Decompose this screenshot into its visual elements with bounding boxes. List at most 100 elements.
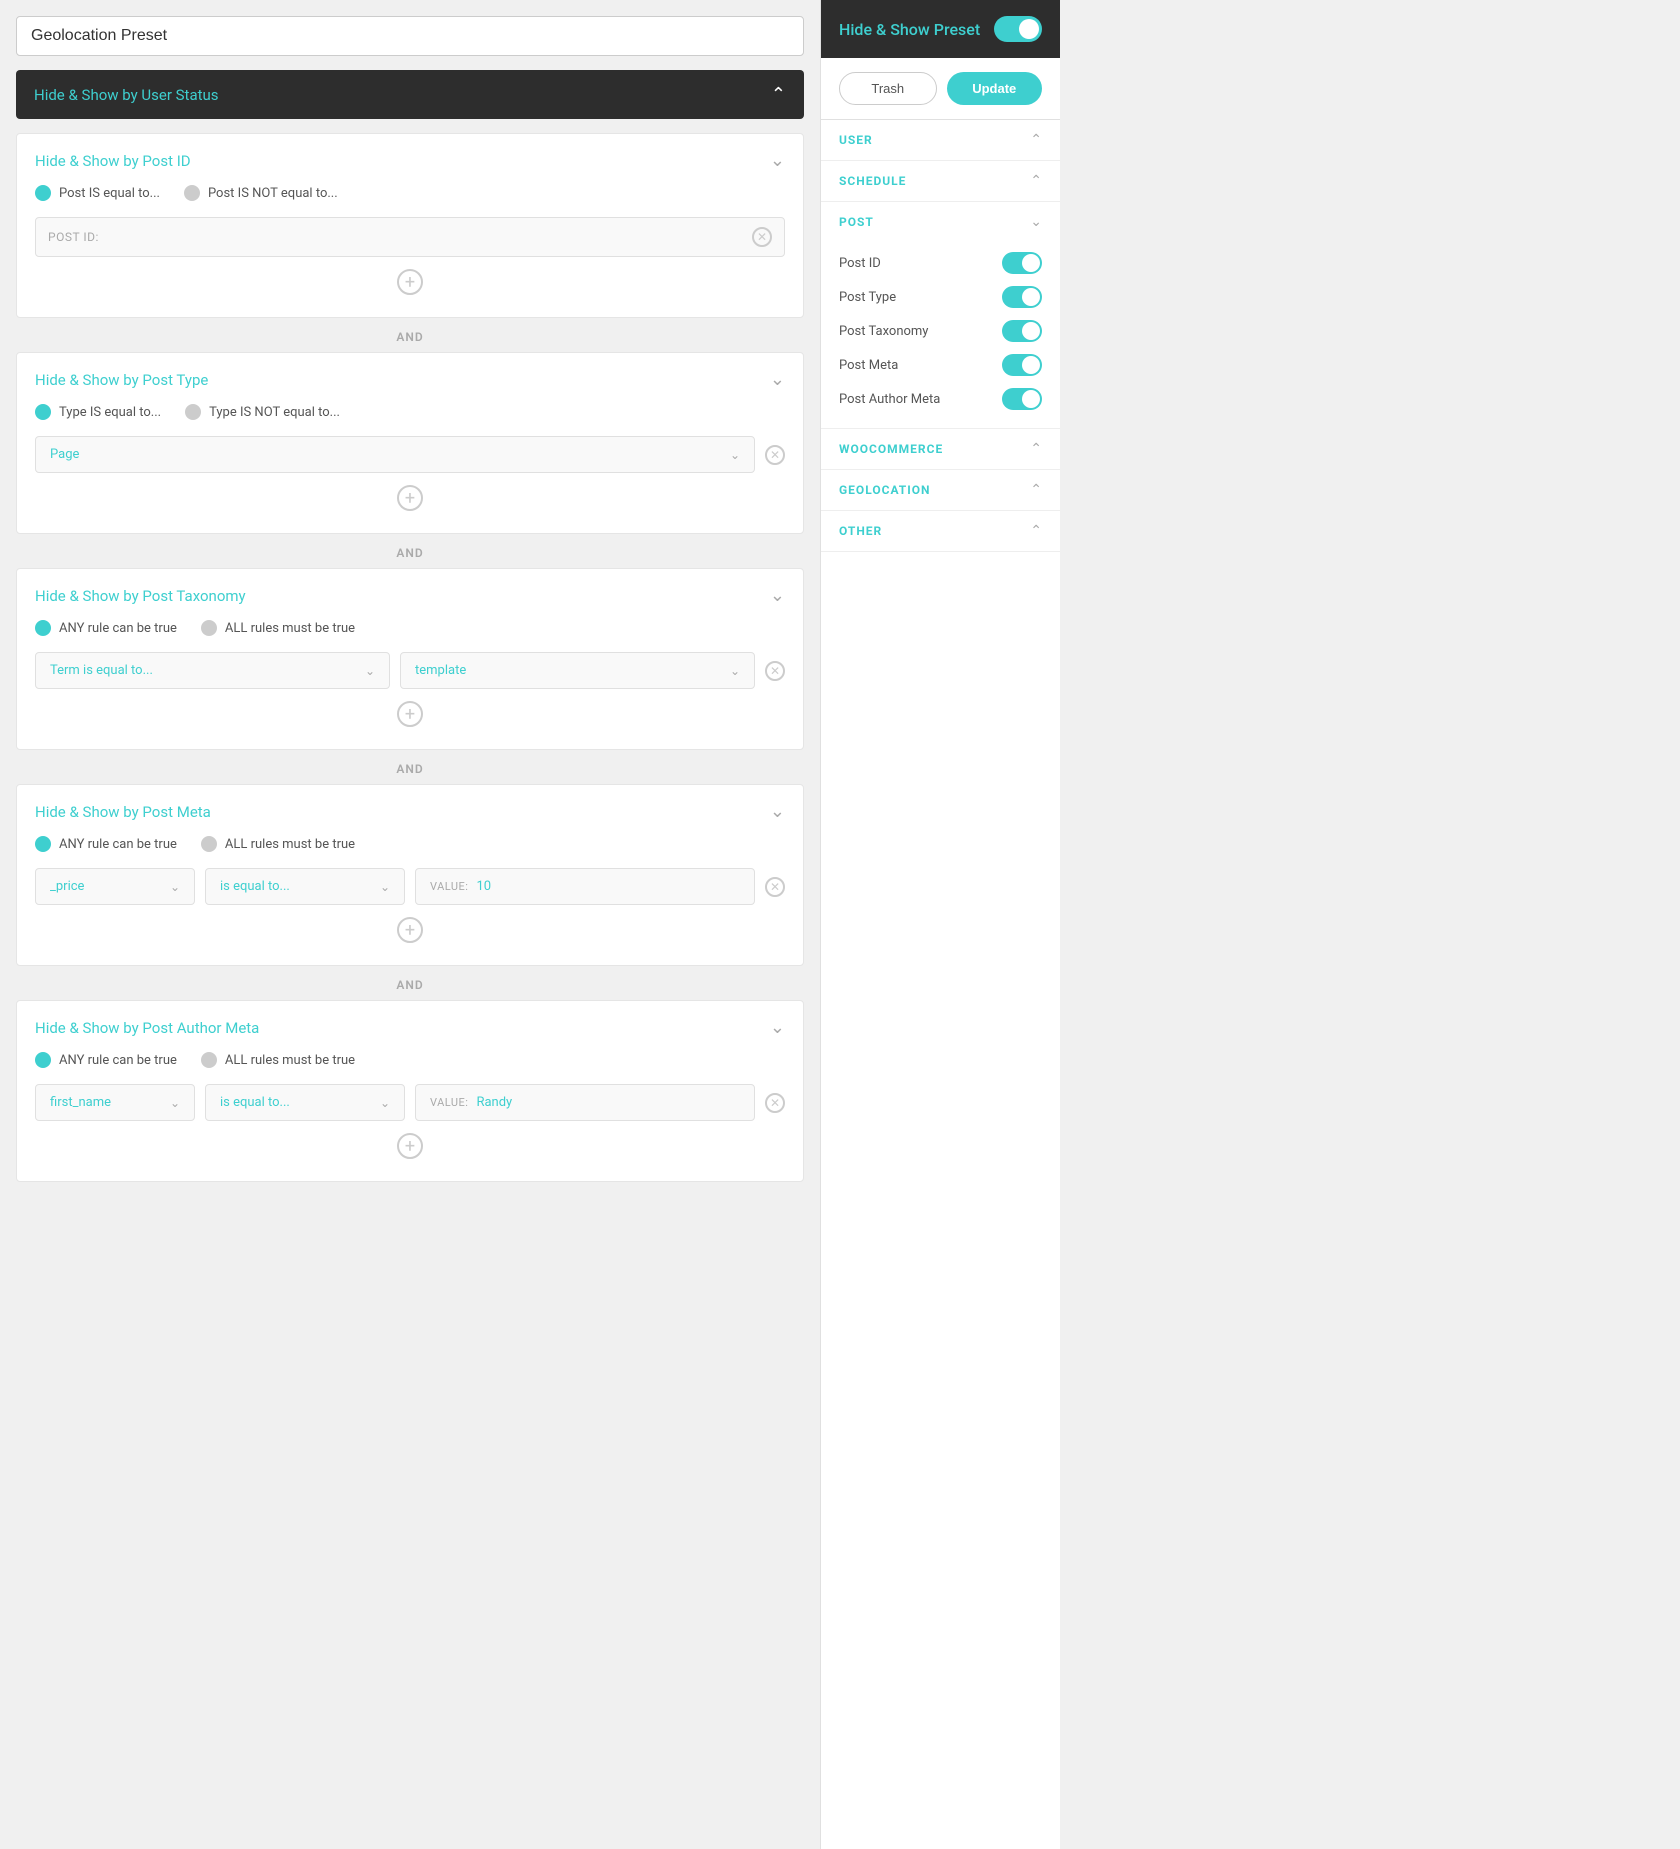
author-meta-any-option[interactable]: ANY rule can be true — [35, 1052, 177, 1068]
sidebar-main-toggle[interactable] — [994, 16, 1042, 42]
author-meta-condition-dropdown[interactable]: is equal to... ⌄ — [205, 1084, 405, 1121]
post-id-is-equal-option[interactable]: Post IS equal to... — [35, 185, 160, 201]
post-id-input-wrap: POST ID: ✕ — [35, 217, 785, 257]
sidebar-section-schedule-header[interactable]: SCHEDULE ⌃ — [821, 161, 1060, 201]
sidebar-post-items: Post ID Post Type Post Taxonomy Post Met… — [821, 242, 1060, 428]
post-taxonomy-select-row: Term is equal to... ⌄ template ⌄ ✕ — [35, 652, 785, 689]
sidebar-header-title: Hide & Show Preset — [839, 20, 980, 39]
meta-value-text: 10 — [476, 879, 491, 894]
post-taxonomy-title: Hide & Show by Post Taxonomy — [35, 587, 246, 605]
post-taxonomy-collapse-icon[interactable]: ⌄ — [770, 585, 785, 606]
meta-clear-btn[interactable]: ✕ — [765, 877, 785, 897]
author-meta-value-field[interactable]: VALUE: Randy — [415, 1084, 755, 1121]
author-meta-all-option[interactable]: ALL rules must be true — [201, 1052, 355, 1068]
meta-any-dot — [35, 836, 51, 852]
sidebar-toggle-post-id[interactable] — [1002, 252, 1042, 274]
post-type-is-equal-option[interactable]: Type IS equal to... — [35, 404, 161, 420]
update-button[interactable]: Update — [947, 72, 1043, 105]
user-status-title: Hide & Show by User Status — [34, 86, 219, 104]
post-type-title: Hide & Show by Post Type — [35, 371, 208, 389]
meta-key-arrow: ⌄ — [170, 880, 180, 894]
post-type-select-row: Page ⌄ ✕ — [35, 436, 785, 473]
post-id-title: Hide & Show by Post ID — [35, 152, 191, 170]
taxonomy-clear-btn[interactable]: ✕ — [765, 661, 785, 681]
taxonomy-any-dot — [35, 620, 51, 636]
sidebar-section-post-title: POST — [839, 215, 874, 229]
post-type-dropdown[interactable]: Page ⌄ — [35, 436, 755, 473]
sidebar-section-geolocation-header[interactable]: GEOLOCATION ⌃ — [821, 470, 1060, 510]
sidebar-actions: Trash Update — [821, 58, 1060, 120]
post-meta-plus-icon[interactable]: + — [397, 917, 423, 943]
sidebar-section-other-header[interactable]: OTHER ⌃ — [821, 511, 1060, 551]
post-type-is-not-equal-option[interactable]: Type IS NOT equal to... — [185, 404, 340, 420]
sidebar-header: Hide & Show Preset — [821, 0, 1060, 58]
user-status-collapse-icon[interactable]: ⌃ — [771, 84, 786, 105]
taxonomy-value-dropdown[interactable]: template ⌄ — [400, 652, 755, 689]
author-meta-value-label: VALUE: — [430, 1096, 468, 1109]
sidebar: Hide & Show Preset Trash Update USER ⌃ S… — [820, 0, 1060, 1849]
author-meta-any-dot — [35, 1052, 51, 1068]
post-author-meta-toggle-row: ANY rule can be true ALL rules must be t… — [35, 1052, 785, 1068]
sidebar-schedule-collapse-icon: ⌃ — [1030, 173, 1042, 189]
sidebar-toggle-post-taxonomy[interactable] — [1002, 320, 1042, 342]
trash-button[interactable]: Trash — [839, 72, 937, 105]
meta-value-field[interactable]: VALUE: 10 — [415, 868, 755, 905]
post-meta-select-row: _price ⌄ is equal to... ⌄ VALUE: 10 ✕ — [35, 868, 785, 905]
meta-condition-dropdown[interactable]: is equal to... ⌄ — [205, 868, 405, 905]
author-meta-key-arrow: ⌄ — [170, 1096, 180, 1110]
sidebar-section-woocommerce-header[interactable]: WOOCOMMERCE ⌃ — [821, 429, 1060, 469]
sidebar-toggle-post-author-meta[interactable] — [1002, 388, 1042, 410]
post-id-is-not-equal-dot — [184, 185, 200, 201]
post-type-is-equal-dot — [35, 404, 51, 420]
sidebar-toggle-post-meta[interactable] — [1002, 354, 1042, 376]
meta-any-option[interactable]: ANY rule can be true — [35, 836, 177, 852]
post-id-is-not-equal-option[interactable]: Post IS NOT equal to... — [184, 185, 338, 201]
post-type-header: Hide & Show by Post Type ⌄ — [35, 369, 785, 390]
and-separator-2: AND — [16, 538, 804, 568]
meta-key-dropdown[interactable]: _price ⌄ — [35, 868, 195, 905]
post-id-collapse-icon[interactable]: ⌄ — [770, 150, 785, 171]
author-meta-value-text: Randy — [476, 1095, 512, 1110]
sidebar-section-schedule: SCHEDULE ⌃ — [821, 161, 1060, 202]
preset-title-input[interactable] — [16, 16, 804, 56]
and-separator-4: AND — [16, 970, 804, 1000]
post-type-clear-btn[interactable]: ✕ — [765, 445, 785, 465]
sidebar-item-post-type: Post Type — [839, 280, 1042, 314]
post-id-clear-btn[interactable]: ✕ — [752, 227, 772, 247]
taxonomy-any-option[interactable]: ANY rule can be true — [35, 620, 177, 636]
post-id-is-equal-dot — [35, 185, 51, 201]
sidebar-geolocation-collapse-icon: ⌃ — [1030, 482, 1042, 498]
sidebar-section-post-header[interactable]: POST ⌄ — [821, 202, 1060, 242]
post-author-meta-title: Hide & Show by Post Author Meta — [35, 1019, 259, 1037]
taxonomy-value-arrow: ⌄ — [730, 664, 740, 678]
meta-all-option[interactable]: ALL rules must be true — [201, 836, 355, 852]
sidebar-section-user: USER ⌃ — [821, 120, 1060, 161]
author-meta-clear-btn[interactable]: ✕ — [765, 1093, 785, 1113]
post-type-section: Hide & Show by Post Type ⌄ Type IS equal… — [16, 352, 804, 534]
post-type-dropdown-arrow: ⌄ — [730, 448, 740, 462]
sidebar-other-collapse-icon: ⌃ — [1030, 523, 1042, 539]
taxonomy-term-dropdown[interactable]: Term is equal to... ⌄ — [35, 652, 390, 689]
sidebar-section-user-header[interactable]: USER ⌃ — [821, 120, 1060, 160]
sidebar-post-collapse-icon: ⌄ — [1030, 214, 1042, 230]
post-type-plus-icon[interactable]: + — [397, 485, 423, 511]
post-type-collapse-icon[interactable]: ⌄ — [770, 369, 785, 390]
post-author-meta-collapse-icon[interactable]: ⌄ — [770, 1017, 785, 1038]
post-id-field-row: POST ID: ✕ — [35, 217, 785, 257]
post-meta-section: Hide & Show by Post Meta ⌄ ANY rule can … — [16, 784, 804, 966]
post-taxonomy-plus-icon[interactable]: + — [397, 701, 423, 727]
post-id-plus-icon[interactable]: + — [397, 269, 423, 295]
post-author-meta-plus-icon[interactable]: + — [397, 1133, 423, 1159]
post-meta-collapse-icon[interactable]: ⌄ — [770, 801, 785, 822]
taxonomy-all-dot — [201, 620, 217, 636]
sidebar-section-post: POST ⌄ Post ID Post Type Post Taxonomy P… — [821, 202, 1060, 429]
and-separator-3: AND — [16, 754, 804, 784]
sidebar-section-geolocation: GEOLOCATION ⌃ — [821, 470, 1060, 511]
taxonomy-all-option[interactable]: ALL rules must be true — [201, 620, 355, 636]
meta-all-dot — [201, 836, 217, 852]
post-taxonomy-section: Hide & Show by Post Taxonomy ⌄ ANY rule … — [16, 568, 804, 750]
author-meta-key-dropdown[interactable]: first_name ⌄ — [35, 1084, 195, 1121]
post-id-section: Hide & Show by Post ID ⌄ Post IS equal t… — [16, 133, 804, 318]
post-id-field-label: POST ID: — [48, 230, 99, 244]
sidebar-toggle-post-type[interactable] — [1002, 286, 1042, 308]
